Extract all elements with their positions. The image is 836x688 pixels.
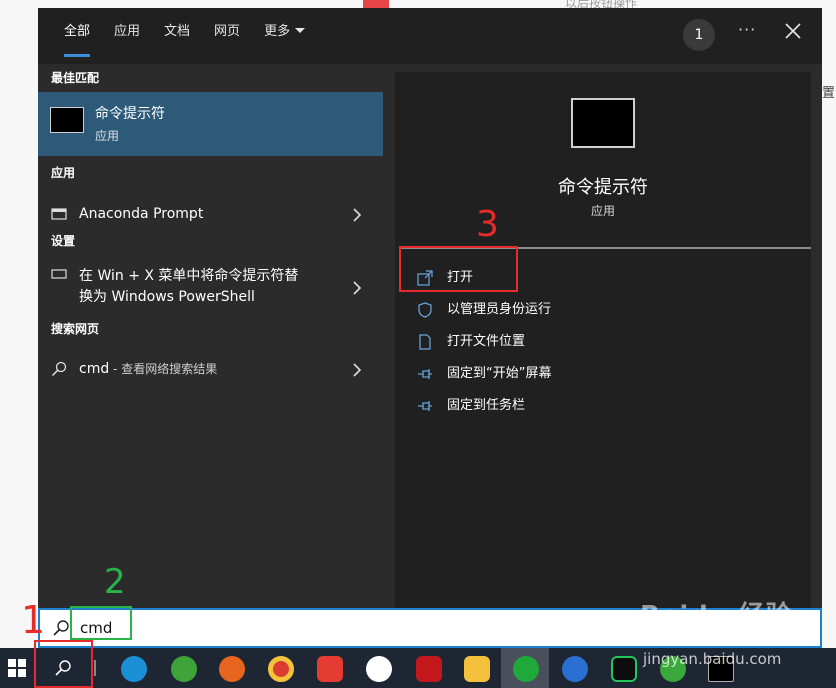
result-label-line1: 在 Win + X 菜单中将命令提示符替 xyxy=(79,268,299,284)
tab-documents[interactable]: 文档 xyxy=(152,8,202,64)
action-label: 固定到“开始”屏幕 xyxy=(447,366,552,381)
terminal-app-icon xyxy=(51,208,67,220)
action-label: 打开文件位置 xyxy=(447,334,526,349)
annotation-box-search-button xyxy=(34,640,93,688)
close-icon[interactable] xyxy=(782,20,804,42)
folder-icon xyxy=(419,334,431,350)
web-search-result[interactable]: cmd - 查看网络搜索结果 xyxy=(38,348,383,392)
settings-window-icon xyxy=(51,269,67,279)
chevron-right-icon[interactable] xyxy=(352,281,362,295)
start-menu: 全部 应用 文档 网页 更多 1 ··· 最佳匹配 命令提示符 应用 应用 An… xyxy=(38,8,822,608)
search-filter-bar: 全部 应用 文档 网页 更多 1 ··· xyxy=(38,8,822,64)
result-label: cmd - 查看网络搜索结果 xyxy=(79,359,217,380)
filter-tabs: 全部 应用 文档 网页 更多 xyxy=(52,8,317,64)
tab-label: 文档 xyxy=(164,24,191,39)
result-title: 命令提示符 xyxy=(95,106,165,122)
section-apps: 应用 xyxy=(51,166,76,180)
firefox-icon[interactable] xyxy=(219,656,245,682)
result-label: Anaconda Prompt xyxy=(79,206,204,222)
background-tab-marker xyxy=(363,0,389,8)
section-settings: 设置 xyxy=(51,234,76,248)
web-query-suffix: - 查看网络搜索结果 xyxy=(109,362,218,376)
tab-label: 更多 xyxy=(264,24,291,39)
background-text: 置 xyxy=(822,86,836,101)
more-options-button[interactable]: ··· xyxy=(738,20,756,39)
shield-icon xyxy=(418,302,432,318)
file-explorer-icon[interactable] xyxy=(464,656,490,682)
pin-icon xyxy=(418,369,432,379)
search-app-icon[interactable] xyxy=(562,656,588,682)
annotation-step-3: 3 xyxy=(476,204,499,245)
result-label: 在 Win + X 菜单中将命令提示符替 换为 Windows PowerShe… xyxy=(79,266,298,308)
wechat-icon[interactable] xyxy=(513,656,539,682)
annotation-step-2: 2 xyxy=(104,562,126,602)
pinwheel-app-icon[interactable] xyxy=(366,656,392,682)
annotation-step-1: 1 xyxy=(21,598,46,642)
annotation-box-open-action xyxy=(399,246,518,292)
ie-browser-icon[interactable] xyxy=(171,656,197,682)
detail-app-name: 命令提示符 xyxy=(558,177,648,198)
rewards-badge[interactable]: 1 xyxy=(683,19,715,51)
task-view-icon[interactable] xyxy=(94,660,96,676)
chevron-down-icon xyxy=(295,28,306,33)
annotation-box-search-text xyxy=(70,606,132,640)
pycharm-icon[interactable] xyxy=(611,656,637,682)
anydesk-icon[interactable] xyxy=(317,656,343,682)
tab-more[interactable]: 更多 xyxy=(252,8,317,64)
tab-label: 全部 xyxy=(64,24,91,39)
detail-app-type: 应用 xyxy=(590,204,615,218)
watermark-url: jingyan.baidu.com xyxy=(643,650,782,668)
search-icon xyxy=(53,620,69,636)
tab-all[interactable]: 全部 xyxy=(52,8,102,64)
result-subtitle: 应用 xyxy=(95,129,120,143)
pin-icon xyxy=(418,401,432,411)
best-match-result[interactable]: 命令提示符 应用 xyxy=(38,92,383,156)
edge-browser-icon[interactable] xyxy=(121,656,147,682)
acrobat-icon[interactable] xyxy=(416,656,442,682)
baidu-watermark: Baidu 经验 xyxy=(640,601,793,631)
tab-label: 网页 xyxy=(214,24,241,39)
detail-pane: 命令提示符 应用 打开 以管理员身份运行 打开文件位置 固定到“开始”屏幕 固定… xyxy=(395,72,811,608)
command-prompt-large-icon xyxy=(571,98,635,148)
section-web: 搜索网页 xyxy=(51,322,100,336)
setting-result-powershell[interactable]: 在 Win + X 菜单中将命令提示符替 换为 Windows PowerShe… xyxy=(38,260,383,308)
search-icon xyxy=(51,361,67,377)
app-result-anaconda[interactable]: Anaconda Prompt xyxy=(38,193,383,237)
section-best-match: 最佳匹配 xyxy=(51,71,100,85)
result-label-line2: 换为 Windows PowerShell xyxy=(79,289,255,305)
chevron-right-icon[interactable] xyxy=(352,363,362,377)
action-label: 以管理员身份运行 xyxy=(447,302,552,317)
tab-web[interactable]: 网页 xyxy=(202,8,252,64)
web-query: cmd xyxy=(79,361,110,377)
action-label: 固定到任务栏 xyxy=(447,398,526,413)
chevron-right-icon[interactable] xyxy=(352,208,362,222)
chrome-icon[interactable] xyxy=(268,656,294,682)
command-prompt-icon xyxy=(50,107,84,133)
tab-label: 应用 xyxy=(114,24,141,39)
tab-apps[interactable]: 应用 xyxy=(102,8,152,64)
windows-start-icon[interactable] xyxy=(8,659,26,677)
results-list: 最佳匹配 命令提示符 应用 应用 Anaconda Prompt 设置 在 Wi… xyxy=(38,64,383,608)
